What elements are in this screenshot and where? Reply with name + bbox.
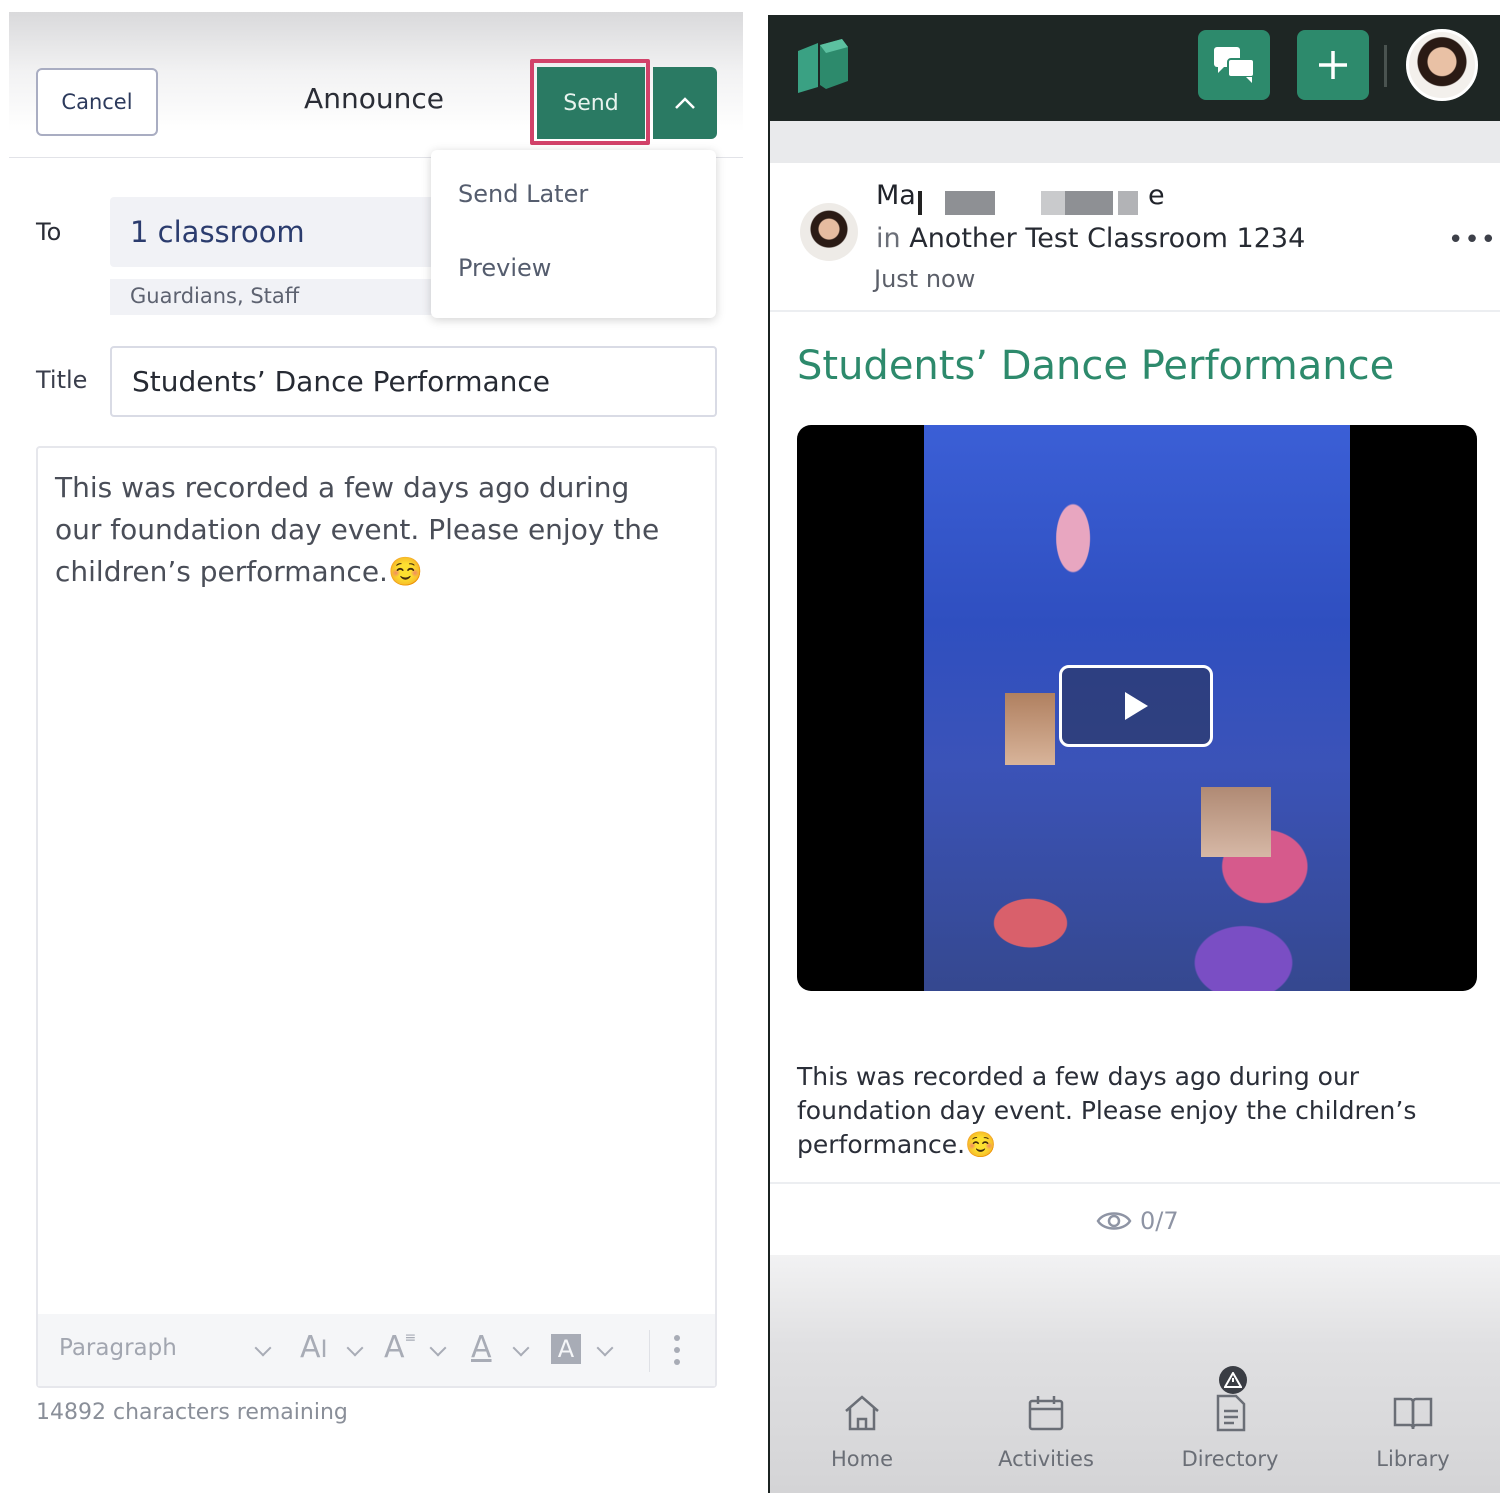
nav-library[interactable]: Library	[1353, 1447, 1473, 1471]
title-label: Title	[36, 366, 88, 394]
in-word: in	[876, 223, 901, 254]
composer-panel: Cancel Announce Send To 1 classroom Guar…	[9, 12, 743, 1498]
play-button[interactable]	[1059, 665, 1213, 747]
author-name-start: Ma	[876, 180, 916, 211]
feed-panel: Ma e in Another Test Classroom 1234 Just…	[768, 15, 1500, 1493]
author-name-end: e	[1148, 180, 1165, 211]
send-button[interactable]: Send	[537, 67, 645, 139]
post-divider	[770, 310, 1500, 312]
play-icon	[1125, 692, 1148, 720]
more-options-icon[interactable]: •••	[1448, 225, 1497, 255]
menu-item-send-later[interactable]: Send Later	[458, 180, 588, 208]
classroom-link[interactable]: Another Test Classroom 1234	[909, 223, 1305, 254]
view-count[interactable]: 0/7	[1096, 1207, 1179, 1235]
view-count-text: 0/7	[1140, 1207, 1179, 1235]
post-divider	[770, 1182, 1500, 1184]
text-color-icon[interactable]: A	[471, 1330, 492, 1365]
highlight-icon[interactable]: A	[551, 1334, 581, 1364]
document-icon	[1216, 1394, 1246, 1432]
messages-button[interactable]	[1198, 30, 1270, 100]
nav-home[interactable]: Home	[802, 1447, 922, 1471]
toolbar-divider	[649, 1330, 650, 1372]
menu-item-preview[interactable]: Preview	[458, 254, 551, 282]
home-icon	[845, 1395, 879, 1431]
post-timestamp: Just now	[874, 265, 976, 293]
send-options-toggle[interactable]	[653, 67, 717, 139]
characters-remaining: 14892 characters remaining	[36, 1400, 348, 1425]
redaction-mark	[1065, 191, 1113, 215]
create-button[interactable]	[1297, 30, 1369, 100]
calendar-icon	[1028, 1396, 1064, 1431]
paragraph-style-select[interactable]: Paragraph	[59, 1335, 177, 1361]
chevron-up-icon	[675, 97, 695, 109]
redaction-mark	[1041, 191, 1065, 215]
send-options-menu: Send Later Preview	[431, 150, 716, 318]
title-input[interactable]: Students’ Dance Performance	[110, 346, 717, 417]
feed-top-spacer	[770, 121, 1500, 163]
classroom-line: in Another Test Classroom 1234	[876, 223, 1305, 254]
nav-directory[interactable]: Directory	[1170, 1447, 1290, 1471]
nav-activities[interactable]: Activities	[986, 1447, 1106, 1471]
redaction-mark	[1118, 191, 1138, 215]
author-avatar[interactable]	[800, 203, 858, 261]
video-player[interactable]	[797, 425, 1477, 991]
redaction-mark	[918, 191, 922, 215]
font-size-icon[interactable]: AI	[300, 1330, 328, 1365]
body-text: This was recorded a few days ago during …	[55, 471, 660, 588]
plus-icon	[1319, 51, 1347, 79]
user-avatar[interactable]	[1406, 29, 1478, 101]
eye-icon	[1096, 1212, 1132, 1230]
chat-bubbles-icon	[1214, 47, 1255, 83]
audience-text: Guardians, Staff	[130, 284, 300, 308]
app-header	[770, 15, 1500, 121]
app-logo-icon[interactable]	[796, 37, 850, 95]
pixelated-face	[1005, 693, 1055, 765]
text-style-icon[interactable]: A≡	[384, 1330, 416, 1365]
pixelated-face	[1201, 787, 1271, 857]
redaction-mark	[945, 191, 995, 215]
cancel-button[interactable]: Cancel	[36, 68, 158, 136]
post-title: Students’ Dance Performance	[797, 343, 1395, 389]
header-divider	[1384, 45, 1387, 87]
page-title: Announce	[304, 82, 444, 115]
to-label: To	[36, 218, 62, 246]
recipient-value: 1 classroom	[130, 215, 305, 249]
post-body: This was recorded a few days ago during …	[797, 1062, 1417, 1159]
more-vertical-icon[interactable]	[673, 1334, 681, 1366]
warning-icon	[1219, 1366, 1247, 1394]
book-icon	[1393, 1397, 1433, 1430]
